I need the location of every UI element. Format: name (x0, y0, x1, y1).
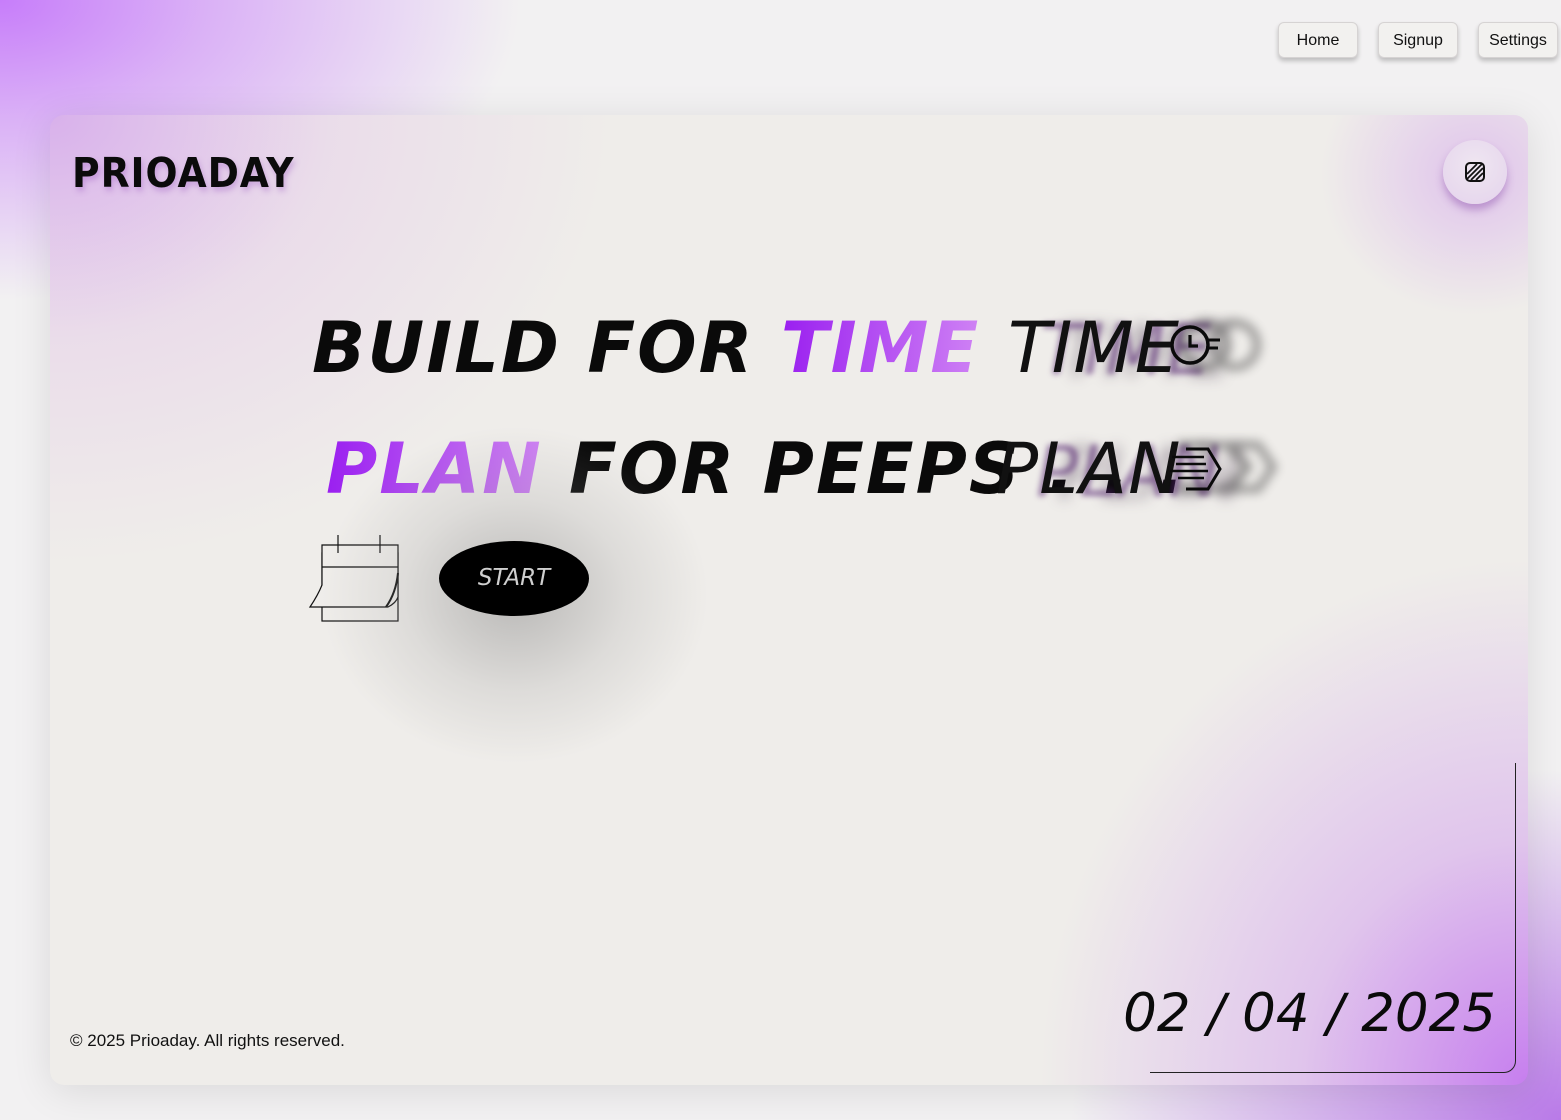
theme-toggle-button[interactable] (1443, 140, 1507, 204)
calendar-icon[interactable] (308, 535, 402, 625)
nav-home-button[interactable]: Home (1278, 22, 1358, 58)
main-card: PRIOADAY BUILD FOR TIME PLAN FOR PEEPS .… (50, 115, 1528, 1085)
nav-signup-button[interactable]: Signup (1378, 22, 1458, 58)
clock-list-icon (1170, 325, 1220, 365)
hero-accent-plan: PLAN (326, 428, 543, 510)
top-navigation: Home Signup Settings (0, 0, 1561, 80)
start-button[interactable]: START (439, 541, 589, 616)
ghost-plan-word: PLAN (996, 428, 1182, 510)
hero-accent-time: TIME (780, 307, 981, 389)
speed-lines-tag-icon (1170, 447, 1222, 491)
hatched-square-icon (1465, 162, 1485, 182)
hero-headline-line1: BUILD FOR TIME (312, 307, 980, 389)
ghost-time-word: TIME (1008, 307, 1181, 389)
brand-logo: PRIOADAY (72, 149, 295, 197)
nav-settings-button[interactable]: Settings (1478, 22, 1558, 58)
hero-line1-text: BUILD FOR (312, 307, 781, 389)
current-date: 02 / 04 / 2025 (1123, 983, 1496, 1044)
footer-copyright: © 2025 Prioaday. All rights reserved. (70, 1031, 345, 1050)
